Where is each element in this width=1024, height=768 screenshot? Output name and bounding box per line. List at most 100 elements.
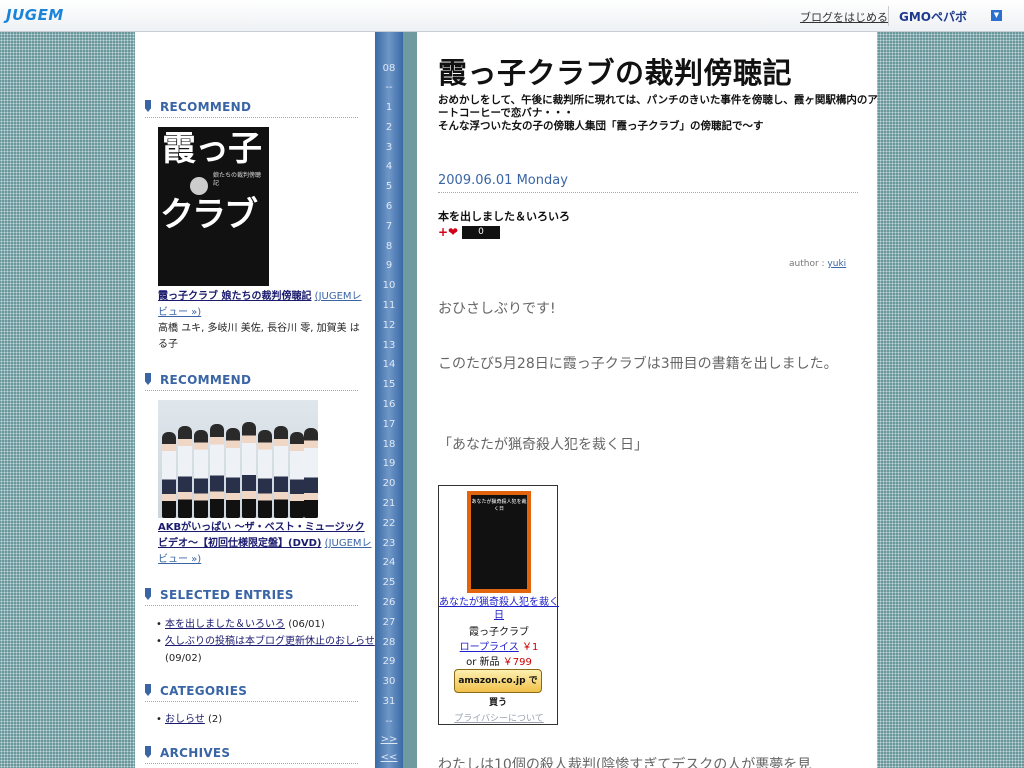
photo-figure <box>290 432 304 518</box>
blog-title[interactable]: 霞っ子クラブの裁判傍聴記 <box>438 50 792 92</box>
calendar-month: 08 <box>382 63 396 74</box>
entry-title[interactable]: 本を出しました＆いろいろ <box>438 208 570 224</box>
top-bar: JUGEM ブログをはじめる GMOペパボ ▼ <box>0 0 1024 32</box>
recommend-dvd-info: AKBがいっぱい ～ザ・ベスト・ミュージックビデオ～【初回仕様限定盤】(DVD)… <box>158 520 373 568</box>
new-price-value: ￥799 <box>502 657 532 668</box>
calendar-day: 26 <box>382 597 396 608</box>
book-authors: 高橋 ユキ, 多岐川 美佐, 長谷川 零, 加賀美 はる子 <box>158 323 360 350</box>
calendar-day: 10 <box>382 280 396 292</box>
amazon-cover-text: あなたが猟奇殺人犯を裁く日 <box>471 495 527 589</box>
photo-figure <box>210 424 224 518</box>
book-title-link[interactable]: 霞っ子クラブ 娘たちの裁判傍聴記 <box>158 291 311 302</box>
calendar-strip: 08 -- 1 2 3 4 5 6 7 8 9 10 11 12 13 14 15 16 17 18 19 20 21 2… <box>375 32 403 768</box>
calendar-day: 27 <box>382 616 396 628</box>
blog-description-line: そんな浮ついた女の子の傍聴人集団「霞っ子クラブ」の傍聴記で～す <box>438 120 764 132</box>
calendar-next-link[interactable]: >> <box>375 734 403 745</box>
calendar-day: 18 <box>382 438 396 450</box>
calendar-day: 24 <box>382 557 396 569</box>
cover-subtitle: 娘たちの裁判傍聴記 <box>213 172 262 187</box>
entry-paragraph: おひさしぶりです! <box>438 301 556 317</box>
calendar-day: 31 <box>382 696 396 707</box>
category-count: (2) <box>208 714 223 725</box>
topbar-divider <box>888 6 889 26</box>
amazon-low-price[interactable]: ロープライス ￥1 <box>439 638 559 653</box>
cover-title-line1: 霞っ子 <box>162 129 262 169</box>
calendar-day: 23 <box>382 537 396 549</box>
author-label: author : <box>789 259 828 269</box>
photo-figure <box>226 428 240 518</box>
cover-badge-icon <box>190 177 208 195</box>
calendar-prev-link[interactable]: << <box>375 752 403 763</box>
gmo-pepabo-logo[interactable]: GMOペパボ <box>899 8 967 25</box>
sidebar: RECOMMEND 霞っ子 娘たちの裁判傍聴記 クラブ 霞っ子クラブ 娘たちの裁… <box>135 32 375 768</box>
photo-figure <box>178 426 192 518</box>
calendar-day: 11 <box>382 300 396 311</box>
entry-paragraph: このたび5月28日に霞っ子クラブは3冊目の書籍を出しました。 <box>438 356 838 372</box>
photo-figure <box>162 432 176 518</box>
category-link[interactable]: おしらせ <box>165 714 205 725</box>
entry-link[interactable]: 久しぶりの投稿は本ブログ更新休止のおしらせ <box>165 636 375 647</box>
calendar-day: 30 <box>382 676 396 688</box>
heading-marker-icon <box>145 684 151 696</box>
calendar-separator: -- <box>385 82 393 93</box>
amazon-privacy-link[interactable]: プライバシーについて <box>439 711 559 724</box>
dvd-cover-image[interactable] <box>158 400 318 518</box>
calendar-day: 5 <box>385 181 393 193</box>
recommend-heading: RECOMMEND <box>145 100 358 118</box>
amazon-book-cover[interactable]: あなたが猟奇殺人犯を裁く日 <box>467 491 531 593</box>
entry-paragraph: 「あなたが猟奇殺人犯を裁く日」 <box>438 437 648 453</box>
heart-icon[interactable]: +❤ <box>438 225 458 239</box>
amazon-title-link[interactable]: あなたが猟奇殺人犯を裁く日 <box>439 596 559 622</box>
calendar-day: 6 <box>385 201 393 212</box>
calendar-day: 16 <box>382 399 396 410</box>
calendar-day: 4 <box>385 161 393 173</box>
calendar-day: 8 <box>385 240 393 252</box>
calendar-day: 17 <box>382 418 396 430</box>
selected-entries-heading: SELECTED ENTRIES <box>145 588 358 606</box>
cover-title-line2: クラブ <box>160 195 258 235</box>
photo-figure <box>194 430 208 518</box>
jugem-logo[interactable]: JUGEM <box>6 6 64 24</box>
calendar-day: 1 <box>385 102 393 113</box>
list-item: おしらせ (2) <box>156 711 365 728</box>
entry-link[interactable]: 本を出しました＆いろいろ <box>165 619 285 630</box>
heading-marker-icon <box>145 100 151 112</box>
calendar-day: 14 <box>382 359 396 371</box>
heading-marker-icon <box>145 588 151 600</box>
amazon-buy-button[interactable]: amazon.co.jp で買う <box>454 669 542 708</box>
calendar-day: 19 <box>382 458 396 470</box>
calendar-day: 7 <box>385 220 393 232</box>
amazon-new-price: or 新品 ￥799 <box>439 653 559 668</box>
author-link[interactable]: yuki <box>827 259 846 269</box>
photo-figure <box>274 426 288 518</box>
entry-date: (06/01) <box>288 619 325 630</box>
amazon-author: 霞っ子クラブ <box>469 627 529 638</box>
blog-description: おめかしをして、午後に裁判所に現れては、パンチのきいた事件を傍聴し、霞ヶ関駅構内… <box>438 94 878 133</box>
chevron-down-icon[interactable]: ▼ <box>991 10 1002 21</box>
calendar-day: 2 <box>385 121 393 133</box>
new-price-label: or 新品 <box>466 657 500 668</box>
calendar-day: 22 <box>382 517 396 529</box>
archives-heading: ARCHIVES <box>145 746 358 764</box>
main-content: 霞っ子クラブの裁判傍聴記 おめかしをして、午後に裁判所に現れては、パンチのきいた… <box>417 32 878 768</box>
calendar-day: 25 <box>382 577 396 589</box>
low-price-value: ￥1 <box>521 642 539 653</box>
heading-marker-icon <box>145 746 151 758</box>
categories-heading: CATEGORIES <box>145 684 358 702</box>
blog-description-line: おめかしをして、午後に裁判所に現れては、パンチのきいた事件を傍聴し、霞ヶ関駅構内… <box>438 94 878 119</box>
calendar-day: 9 <box>385 260 393 272</box>
book-cover-image[interactable]: 霞っ子 娘たちの裁判傍聴記 クラブ <box>158 127 269 286</box>
photo-figure <box>258 430 272 518</box>
calendar-day: 15 <box>382 379 396 391</box>
calendar-border <box>403 32 417 768</box>
low-price-label[interactable]: ロープライス <box>460 642 519 653</box>
calendar-day: 21 <box>382 498 396 509</box>
list-item: 久しぶりの投稿は本ブログ更新休止のおしらせ (09/02) <box>156 633 375 667</box>
start-blog-link[interactable]: ブログをはじめる <box>800 9 888 25</box>
calendar-separator: -- <box>385 715 393 727</box>
recommend-heading: RECOMMEND <box>145 373 358 391</box>
amazon-widget: あなたが猟奇殺人犯を裁く日 あなたが猟奇殺人犯を裁く日 霞っ子クラブ ロープライ… <box>438 485 559 725</box>
entry-date: 2009.06.01 Monday <box>438 173 858 193</box>
categories-list: おしらせ (2) <box>156 711 365 728</box>
calendar-day: 28 <box>382 636 396 648</box>
